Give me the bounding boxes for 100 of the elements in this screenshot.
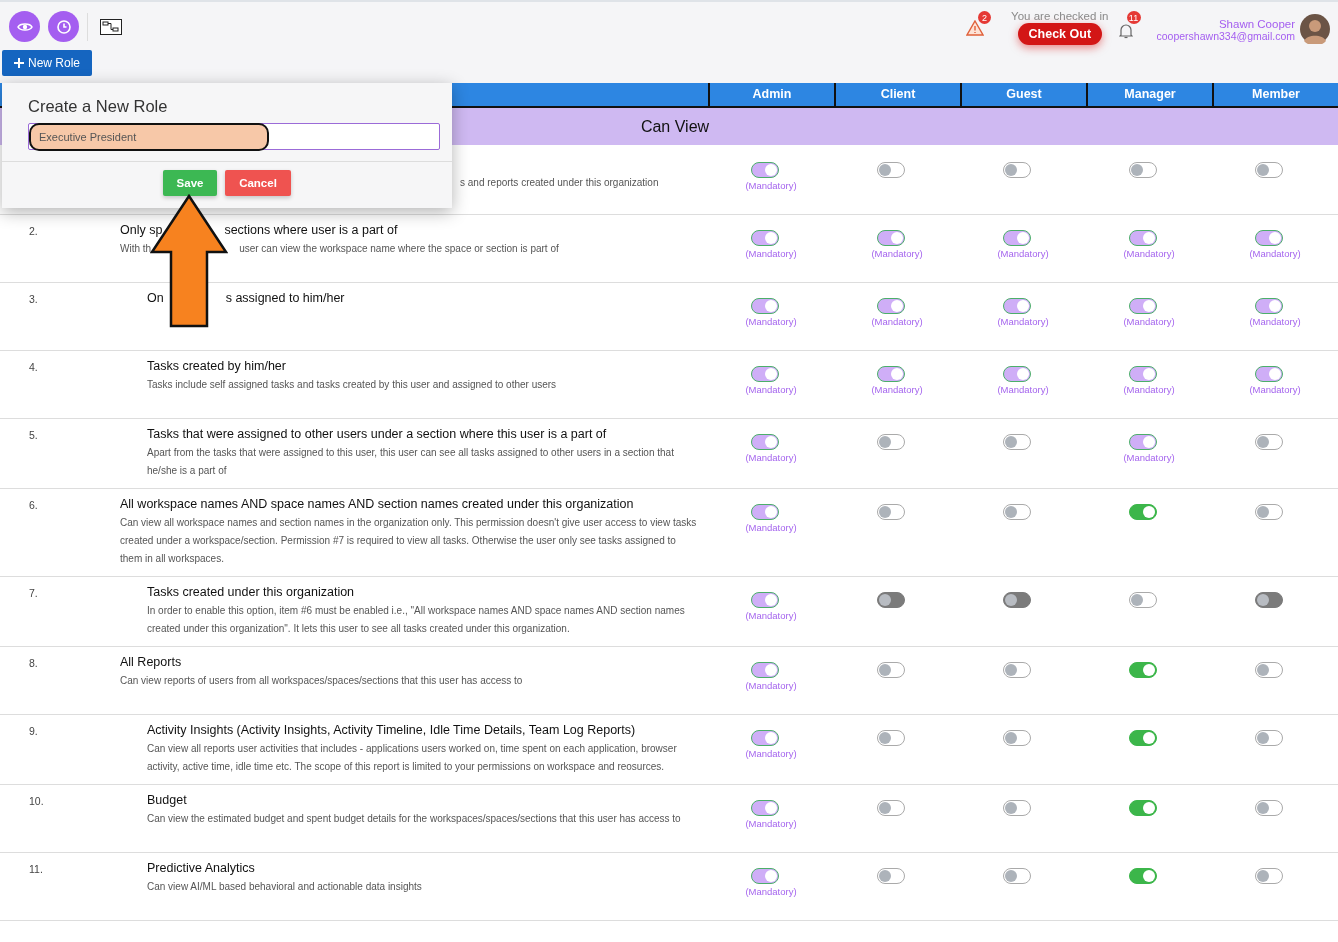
toggle-switch[interactable]	[877, 162, 905, 178]
mandatory-label: (Mandatory)	[745, 680, 797, 691]
toggle-switch[interactable]	[1255, 366, 1283, 382]
toggle-switch[interactable]	[1255, 868, 1283, 884]
toggle-switch[interactable]	[751, 800, 779, 816]
toggle-switch[interactable]	[1003, 366, 1031, 382]
mandatory-label: (Mandatory)	[997, 384, 1049, 395]
mandatory-label: (Mandatory)	[1249, 384, 1301, 395]
toggle-switch[interactable]	[751, 662, 779, 678]
notification-count-badge: 11	[1126, 11, 1141, 24]
row-number: 2.	[29, 225, 38, 237]
mandatory-label: (Mandatory)	[745, 452, 797, 463]
toggle-switch[interactable]	[877, 868, 905, 884]
permission-description: In order to enable this option, item #6 must be enabled i.e., "All workspace names AND space names AND section names created under this organization". It lets this user to see all tasks created under this organization.	[147, 604, 686, 636]
toggle-switch[interactable]	[1003, 434, 1031, 450]
toggle-switch[interactable]	[751, 230, 779, 246]
toggle-switch[interactable]	[1129, 298, 1157, 314]
toggle-switch[interactable]	[1255, 230, 1283, 246]
toggle-switch[interactable]	[1255, 298, 1283, 314]
toggle-switch[interactable]	[1255, 662, 1283, 678]
toggle-switch[interactable]	[1129, 868, 1157, 884]
toggle-switch[interactable]	[751, 504, 779, 520]
toggle-switch[interactable]	[751, 868, 779, 884]
avatar[interactable]	[1300, 14, 1330, 44]
checked-in-status: You are checked in	[1011, 10, 1109, 22]
toggle-switch[interactable]	[1255, 800, 1283, 816]
permission-description: Can view AI/ML based behavioral and actionable data insights	[147, 880, 423, 894]
toggle-switch[interactable]	[877, 730, 905, 746]
toggle-switch[interactable]	[751, 592, 779, 608]
permission-description: With th user can view the workspace name where the space or section is part of	[120, 242, 560, 256]
toggle-switch[interactable]	[1255, 434, 1283, 450]
toggle-switch[interactable]	[1003, 662, 1031, 678]
toggle-switch[interactable]	[1129, 434, 1157, 450]
toggle-switch[interactable]	[877, 592, 905, 608]
toggle-switch[interactable]	[877, 230, 905, 246]
toggle-switch[interactable]	[1129, 800, 1157, 816]
mandatory-label: (Mandatory)	[745, 316, 797, 327]
permission-title: On s assigned to him/her	[147, 290, 346, 307]
clock-icon[interactable]	[48, 11, 79, 42]
permission-title: All workspace names AND space names AND section names created under this organization	[120, 496, 635, 513]
toggle-switch[interactable]	[1003, 162, 1031, 178]
flowchart-icon[interactable]	[100, 18, 122, 35]
row-number: 5.	[29, 429, 38, 441]
toggle-switch[interactable]	[1255, 730, 1283, 746]
toggle-switch[interactable]	[1129, 592, 1157, 608]
row-number: 8.	[29, 657, 38, 669]
toggle-switch[interactable]	[751, 366, 779, 382]
toggle-switch[interactable]	[751, 434, 779, 450]
toggle-switch[interactable]	[877, 298, 905, 314]
permission-description: Can view the estimated budget and spent budget details for the workspaces/spaces/sections that this user has access to	[147, 812, 682, 826]
eye-icon[interactable]	[9, 11, 40, 42]
column-header: Guest	[960, 83, 1086, 106]
toggle-switch[interactable]	[877, 366, 905, 382]
new-role-button[interactable]: New Role	[2, 50, 93, 76]
toggle-switch[interactable]	[1129, 162, 1157, 178]
mandatory-label: (Mandatory)	[745, 248, 797, 259]
toggle-switch[interactable]	[751, 162, 779, 178]
plus-icon	[14, 58, 24, 68]
toggle-switch[interactable]	[1129, 366, 1157, 382]
mandatory-label: (Mandatory)	[871, 316, 923, 327]
toggle-switch[interactable]	[751, 730, 779, 746]
permission-description: Can view reports of users from all workspaces/spaces/sections that this user has access to	[120, 674, 524, 688]
permission-description: Apart from the tasks that were assigned to this user, this user can see all tasks assigned to other users in a section that he/she is a part of	[147, 446, 675, 478]
mandatory-label: (Mandatory)	[1123, 452, 1175, 463]
toggle-switch[interactable]	[877, 662, 905, 678]
mandatory-label: (Mandatory)	[745, 886, 797, 897]
toggle-switch[interactable]	[1003, 592, 1031, 608]
toggle-switch[interactable]	[1003, 800, 1031, 816]
mandatory-label: (Mandatory)	[745, 180, 797, 191]
toggle-switch[interactable]	[1003, 230, 1031, 246]
role-name-field[interactable]: Executive President	[28, 123, 440, 150]
toggle-switch[interactable]	[1255, 504, 1283, 520]
mandatory-label: (Mandatory)	[745, 818, 797, 829]
toggle-switch[interactable]	[1003, 868, 1031, 884]
toggle-switch[interactable]	[877, 504, 905, 520]
toggle-switch[interactable]	[1129, 504, 1157, 520]
column-header: Manager	[1086, 83, 1212, 106]
toggle-switch[interactable]	[877, 434, 905, 450]
user-name: Shawn Cooper	[1218, 18, 1295, 30]
mandatory-label: (Mandatory)	[745, 610, 797, 621]
toggle-switch[interactable]	[1003, 504, 1031, 520]
toggle-switch[interactable]	[1129, 730, 1157, 746]
mandatory-label: (Mandatory)	[1123, 248, 1175, 259]
toggle-switch[interactable]	[1255, 162, 1283, 178]
toggle-switch[interactable]	[1129, 662, 1157, 678]
toggle-switch[interactable]	[1129, 230, 1157, 246]
permission-description: Can view all workspace names and section names in the organization only. This permission doesn't give user access to view tasks created under a workspace/section. Permission #7 is required to view all tasks. Otherwise the user only see tasks assigned to them in all workspaces.	[120, 516, 698, 566]
permission-title: Activity Insights (Activity Insights, Activity Timeline, Idle Time Details, Team Log Reports)	[147, 722, 637, 739]
check-out-button[interactable]: Check Out	[1017, 23, 1103, 45]
mandatory-label: (Mandatory)	[1249, 248, 1301, 259]
cancel-button[interactable]: Cancel	[225, 170, 291, 196]
mandatory-label: (Mandatory)	[1123, 316, 1175, 327]
toggle-switch[interactable]	[877, 800, 905, 816]
row-number: 3.	[29, 293, 38, 305]
permission-title: Tasks created under this organization	[147, 584, 356, 601]
permission-title: Tasks created by him/her	[147, 358, 287, 375]
toggle-switch[interactable]	[1255, 592, 1283, 608]
toggle-switch[interactable]	[751, 298, 779, 314]
toggle-switch[interactable]	[1003, 298, 1031, 314]
toggle-switch[interactable]	[1003, 730, 1031, 746]
